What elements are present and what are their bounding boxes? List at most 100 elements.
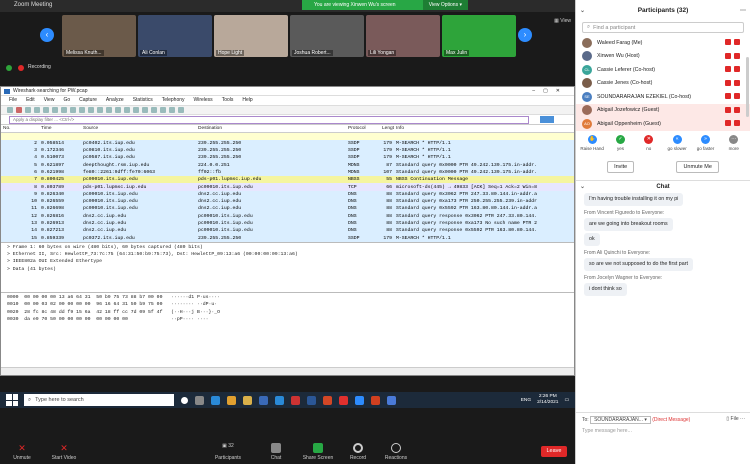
reaction-go-slower[interactable]: «go slower xyxy=(663,134,691,157)
edge-icon[interactable] xyxy=(211,395,220,405)
packet-row[interactable]: 11 0.826698 pc09010.its.iup.edu dns2.cc.iup… xyxy=(1,205,574,213)
invite-button[interactable]: Invite xyxy=(607,160,635,173)
video-tile[interactable]: Melissa Knuth... xyxy=(62,15,136,57)
windows-start-icon[interactable] xyxy=(6,394,18,406)
col-time[interactable]: Time xyxy=(39,125,81,133)
col-protocol[interactable]: Protocol xyxy=(346,125,380,133)
display-filter-input[interactable] xyxy=(9,115,529,124)
menu-view[interactable]: View xyxy=(44,96,55,105)
video-tile[interactable]: Hope Light xyxy=(214,15,288,57)
menu-capture[interactable]: Capture xyxy=(79,96,97,105)
popout-icon[interactable]: ⋯ xyxy=(740,0,746,22)
chat-collapse-icon[interactable]: ⌄ xyxy=(580,181,585,193)
reaction-raise-hand[interactable]: ✋ Raise Hand xyxy=(578,134,606,157)
participant-row[interactable]: SE SOUNDARARAJAN EZEKIEL (Co-host) xyxy=(576,90,750,104)
zoom-icon[interactable] xyxy=(355,395,364,405)
leave-button[interactable]: Leave xyxy=(541,446,567,457)
notifications-icon[interactable]: ▭ xyxy=(564,398,569,403)
recipient-select[interactable]: SOUNDARARAJAN... ▾ xyxy=(590,416,651,424)
zoom-in-icon[interactable] xyxy=(151,107,157,113)
restart-icon[interactable] xyxy=(25,107,31,113)
participants-button[interactable]: ▣ 32 Participants xyxy=(210,443,246,461)
packet-row[interactable]: 12 0.826816 dns2.cc.iup.edu pc09010.its.iup… xyxy=(1,212,574,220)
record-button[interactable]: Record xyxy=(340,443,376,461)
view-options-button[interactable]: View Options ▾ xyxy=(422,0,468,10)
close-file-icon[interactable] xyxy=(61,107,67,113)
taskbar-search[interactable]: ⌕ Type here to search xyxy=(24,394,174,406)
reaction-no[interactable]: ✕ no xyxy=(635,134,663,157)
participant-scrollbar[interactable] xyxy=(746,57,749,117)
reaction-yes[interactable]: ✓ yes xyxy=(606,134,634,157)
reaction-more[interactable]: ··· more xyxy=(720,134,748,157)
reload-icon[interactable] xyxy=(70,107,76,113)
menu-go[interactable]: Go xyxy=(63,96,70,105)
lang-indicator[interactable]: ENG xyxy=(521,398,531,403)
col-length[interactable]: Length xyxy=(380,125,394,133)
acrobat-icon[interactable] xyxy=(339,395,348,405)
options-icon[interactable] xyxy=(34,107,40,113)
packet-row[interactable]: 3 0.172346 pc0810.its.iup.edu 239.255.255.2… xyxy=(1,146,574,155)
zoom-out-icon[interactable] xyxy=(160,107,166,113)
prev-page-icon[interactable]: ‹ xyxy=(40,28,54,42)
packet-row[interactable]: 6 0.621998 fe80::2261:9dff:fe70:6063 ff02::… xyxy=(1,168,574,177)
packet-row[interactable]: 7 0.800425 pc09010.its.iup.edu pds-p01.lupm… xyxy=(1,176,574,184)
packet-row[interactable]: 15 0.859339 pc0372.its.iup.edu 239.255.255.… xyxy=(1,234,574,242)
col-no[interactable]: No. xyxy=(1,125,39,133)
participant-row[interactable]: CL Cassie Leferer (Co-host) xyxy=(576,63,750,77)
view-button[interactable]: ▦ View xyxy=(554,18,571,24)
packet-row[interactable] xyxy=(1,132,574,140)
file-explorer-icon[interactable] xyxy=(243,395,252,405)
packet-row[interactable]: 14 0.827213 dns2.cc.iup.edu pc09010.its.iup… xyxy=(1,227,574,235)
menu-analyze[interactable]: Analyze xyxy=(106,96,124,105)
app2-icon[interactable] xyxy=(371,395,380,405)
word-icon[interactable] xyxy=(307,395,316,405)
cortana-icon[interactable] xyxy=(181,396,188,404)
autoscroll-icon[interactable] xyxy=(133,107,139,113)
reaction-go-faster[interactable]: » go faster xyxy=(691,134,719,157)
store-icon[interactable] xyxy=(275,395,284,405)
collapse-icon[interactable]: ⌄ xyxy=(580,0,585,22)
save-icon[interactable] xyxy=(52,107,58,113)
zoom-reset-icon[interactable] xyxy=(169,107,175,113)
video-tile[interactable]: Ali Conlan xyxy=(138,15,212,57)
menu-help[interactable]: Help xyxy=(242,96,252,105)
menu-statistics[interactable]: Statistics xyxy=(133,96,153,105)
open-icon[interactable] xyxy=(43,107,49,113)
file-button[interactable]: ▯ File ··· xyxy=(726,416,745,422)
unmute-button[interactable]: ✕ Unmute xyxy=(4,443,40,461)
resize-columns-icon[interactable] xyxy=(178,107,184,113)
menu-tools[interactable]: Tools xyxy=(222,96,234,105)
stop-capture-icon[interactable] xyxy=(16,107,22,113)
window-controls[interactable]: –▢✕ xyxy=(532,87,568,96)
packet-row[interactable]: 10 0.826559 pc09010.its.iup.edu dns2.cc.iup… xyxy=(1,197,574,206)
wireshark-icon[interactable] xyxy=(387,395,396,405)
detail-row[interactable]: > Frame 1: 60 bytes on wire (480 bits), … xyxy=(1,245,574,252)
filter-apply-button[interactable] xyxy=(540,116,554,123)
packet-row[interactable]: 2 0.058514 pc0402.its.iup.edu 239.255.255.2… xyxy=(1,139,574,147)
packet-row[interactable]: 9 0.826340 pc09010.its.iup.edu dns2.cc.iup.… xyxy=(1,190,574,198)
detail-row[interactable]: > IEEE802a OUI Extended Ethertype xyxy=(1,259,574,266)
unmute-me-button[interactable]: Unmute Me xyxy=(676,160,719,173)
colorize-icon[interactable] xyxy=(142,107,148,113)
participant-row[interactable]: Xinwen Wu (Host) xyxy=(576,50,750,64)
share-screen-button[interactable]: Share Screen xyxy=(300,443,336,461)
forward-icon[interactable] xyxy=(97,107,103,113)
start-video-button[interactable]: ✕ Start Video xyxy=(46,443,82,461)
packet-row[interactable]: 4 0.510073 pc0587.its.iup.edu 239.255.255.2… xyxy=(1,154,574,162)
menu-file[interactable]: File xyxy=(9,96,17,105)
last-icon[interactable] xyxy=(124,107,130,113)
mail-icon[interactable] xyxy=(259,395,268,405)
video-tile[interactable]: Joshua Robert... xyxy=(290,15,364,57)
col-destination[interactable]: Destination xyxy=(196,125,346,133)
first-icon[interactable] xyxy=(115,107,121,113)
reactions-button[interactable]: Reactions xyxy=(378,443,414,461)
back-icon[interactable] xyxy=(88,107,94,113)
packet-row[interactable]: 8 0.803789 pds-p01.lupmsc.iup.edu pc09010.i… xyxy=(1,183,574,191)
participant-row[interactable]: Waleed Farag (Me) xyxy=(576,36,750,50)
video-tile[interactable]: Lili Yongan xyxy=(366,15,440,57)
participant-row[interactable]: Abigail Jozefowicz (Guest) xyxy=(576,103,750,117)
clock[interactable]: 2:26 PM 2/14/2021 xyxy=(537,394,558,406)
powerpoint-icon[interactable] xyxy=(323,395,332,405)
participant-row[interactable]: AO Abigail Oppenheim (Guest) xyxy=(576,117,750,131)
participant-row[interactable]: Cassie Jenes (Co-host) xyxy=(576,77,750,91)
